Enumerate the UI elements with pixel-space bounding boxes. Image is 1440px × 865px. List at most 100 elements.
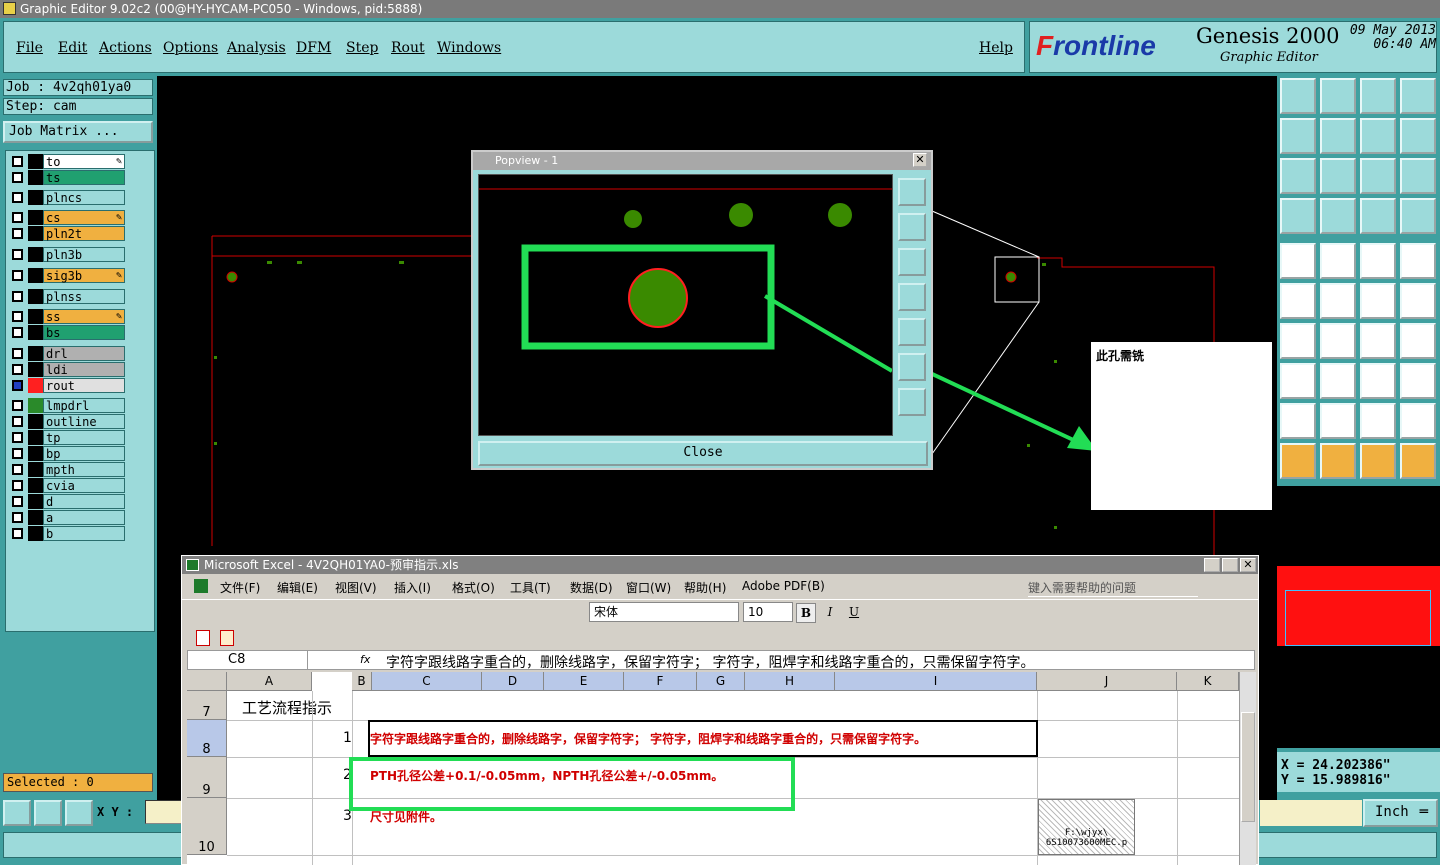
menu-actions[interactable]: Actions [99,40,152,56]
layer-name[interactable]: cvia [43,478,125,493]
tri4-tool-icon[interactable] [1400,403,1436,439]
popview-pan-button[interactable] [898,388,926,416]
split2-tool-icon[interactable] [1400,283,1436,319]
layer-name[interactable]: bs [43,325,125,340]
layer-checkbox[interactable] [12,480,23,491]
close-icon[interactable]: ✕ [1240,558,1256,572]
line-tool-icon[interactable] [1320,323,1356,359]
menu-windows[interactable]: Windows [437,40,501,56]
right-tool-icon[interactable] [1320,118,1356,154]
layer-row-plnss[interactable]: plnss [8,289,153,305]
formula-content[interactable]: 字符字跟线路字重合的，删除线路字，保留字符字； 字符字，阻焊字和线路字重合的，只… [386,652,1034,672]
layer-color-swatch[interactable] [28,430,44,445]
layer-name[interactable]: b [43,526,125,541]
cross-tool-icon[interactable] [1320,283,1356,319]
layer-row-pln3b[interactable]: pln3b [8,247,153,263]
select-all-corner[interactable] [187,672,227,691]
layer-checkbox[interactable] [12,327,23,338]
excel-menu-item[interactable]: 数据(D) [570,579,613,596]
pdf-icon[interactable] [196,630,210,646]
tri2-tool-icon[interactable] [1320,403,1356,439]
layer-row-outline[interactable]: outline [8,414,153,430]
column-header[interactable]: E [544,672,624,691]
vertical-scrollbar[interactable] [1239,672,1256,865]
font-size-select[interactable]: 10 [743,602,793,622]
cell-b[interactable]: 1 [343,730,352,746]
ruler-tool-icon[interactable] [1360,243,1396,279]
row-header[interactable]: 8 [187,720,227,757]
column-header[interactable]: B [352,672,372,691]
layer-row-ldi[interactable]: ldi [8,362,153,378]
home-tool-icon[interactable] [1360,78,1396,114]
layer-color-swatch[interactable] [28,346,44,361]
arc-tool-icon[interactable] [1360,323,1396,359]
layer-row-drl[interactable]: drl [8,346,153,362]
layer-row-d[interactable]: d [8,494,153,510]
column-header[interactable]: J [1037,672,1177,691]
layer-name[interactable]: pln2t [43,226,125,241]
layer-row-tp[interactable]: tp [8,430,153,446]
layer-color-swatch[interactable] [28,478,44,493]
layer-name[interactable]: sig3b ✎ [43,268,125,283]
layer-color-swatch[interactable] [28,378,44,393]
layer-color-swatch[interactable] [28,446,44,461]
column-header[interactable]: G [697,672,745,691]
layer-name[interactable]: ldi [43,362,125,377]
layer-checkbox[interactable] [12,249,23,260]
italic-button[interactable]: I [820,603,840,623]
layer-name[interactable]: to ✎ [43,154,125,169]
connect-tool-icon[interactable] [1280,283,1316,319]
tri-tool-icon[interactable] [1280,403,1316,439]
layer-color-swatch[interactable] [28,414,44,429]
help-search-input[interactable]: 键入需要帮助的问题 [1028,579,1198,597]
layer-color-swatch[interactable] [28,309,44,324]
column-header[interactable]: I [835,672,1037,691]
layer-color-swatch[interactable] [28,170,44,185]
popview-left-button[interactable] [898,283,926,311]
underline-button[interactable]: U [844,603,864,623]
popview-up-button[interactable] [898,213,926,241]
popview-fit-button[interactable] [898,353,926,381]
layer-checkbox[interactable] [12,528,23,539]
layer-color-swatch[interactable] [28,210,44,225]
layer-row-sig3b[interactable]: sig3b ✎ [8,268,153,284]
layer-checkbox[interactable] [12,448,23,459]
layer-name[interactable]: cs ✎ [43,210,125,225]
layer-color-swatch[interactable] [28,510,44,525]
popview-close-button[interactable]: Close [478,441,928,466]
layer-color-swatch[interactable] [28,289,44,304]
scale-tool-icon[interactable] [1360,158,1396,194]
layer-name[interactable]: tp [43,430,125,445]
font-name-select[interactable]: 宋体 [589,602,739,622]
column-header[interactable]: F [624,672,697,691]
layer-name[interactable]: rout [43,378,125,393]
layer-checkbox[interactable] [12,432,23,443]
net-a-tool-icon[interactable] [1360,198,1396,234]
layer-checkbox[interactable] [12,311,23,322]
layer-name[interactable]: mpth [43,462,125,477]
left-tool-icon[interactable] [1280,118,1316,154]
name-box[interactable]: C8 [188,651,308,669]
overview-map[interactable] [1277,486,1440,748]
layer-row-a[interactable]: a [8,510,153,526]
excel-menu-item[interactable]: Adobe PDF(B) [742,579,825,593]
layer-color-swatch[interactable] [28,526,44,541]
arrow2-tool-icon[interactable] [1320,443,1356,479]
layer-row-bs[interactable]: bs [8,325,153,341]
layer-row-ss[interactable]: ss ✎ [8,309,153,325]
layer-name[interactable]: ts [43,170,125,185]
layer-name[interactable]: drl [43,346,125,361]
excel-menu-item[interactable]: 格式(O) [452,579,495,596]
layer-checkbox[interactable] [12,348,23,359]
layer-checkbox[interactable] [12,270,23,281]
layer-color-swatch[interactable] [28,325,44,340]
bar-tool-icon[interactable] [1320,363,1356,399]
popview-right-button[interactable] [898,318,926,346]
layer-name[interactable]: lmpdrl [43,398,125,413]
vertex-tool-icon[interactable] [1360,283,1396,319]
layer-name[interactable]: outline [43,414,125,429]
menu-dfm[interactable]: DFM [296,40,331,56]
pointer-tool-icon[interactable] [1320,243,1356,279]
menu-rout[interactable]: Rout [391,40,425,56]
zoom-out-tool-icon[interactable] [1360,118,1396,154]
